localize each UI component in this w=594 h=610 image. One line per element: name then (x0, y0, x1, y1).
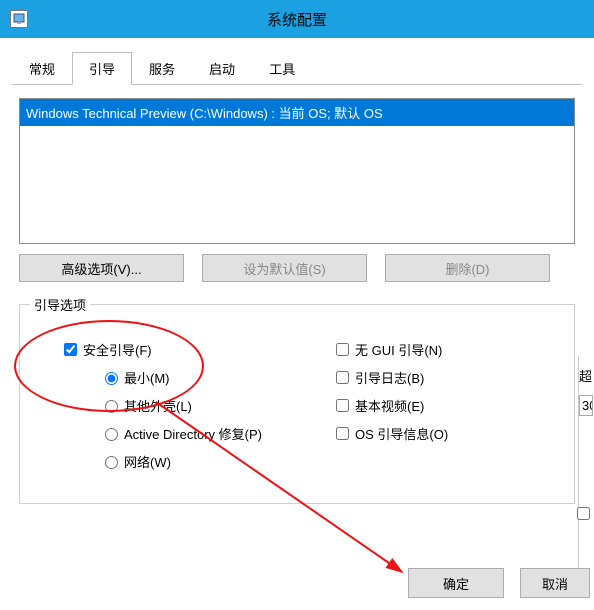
timeout-value-fragment[interactable]: 30 (579, 395, 593, 416)
radio-minimal-label: 最小(M) (124, 368, 170, 387)
no-gui-row: 无 GUI 引导(N) (332, 335, 448, 363)
dialog-buttons: 确定 取消 (408, 568, 594, 598)
tab-body-boot: Windows Technical Preview (C:\Windows) :… (12, 85, 582, 515)
window-title: 系统配置 (267, 9, 327, 30)
tab-strip: 常规 引导 服务 启动 工具 (12, 52, 582, 85)
cancel-button[interactable]: 取消 (520, 568, 590, 598)
truncated-checkbox[interactable] (577, 507, 590, 520)
radio-network-row: 网络(W) (100, 447, 262, 475)
base-video-checkbox[interactable] (336, 399, 349, 412)
boot-log-label: 引导日志(B) (355, 368, 424, 387)
radio-minimal[interactable] (105, 372, 118, 385)
radio-network-label: 网络(W) (124, 452, 171, 471)
boot-os-listbox[interactable]: Windows Technical Preview (C:\Windows) :… (19, 98, 575, 244)
timeout-label-fragment: 超 (579, 366, 594, 385)
radio-alt-shell-label: 其他外壳(L) (124, 396, 192, 415)
safe-boot-checkbox[interactable] (64, 343, 77, 356)
boot-options-legend: 引导选项 (30, 295, 90, 314)
boot-os-item[interactable]: Windows Technical Preview (C:\Windows) :… (20, 99, 574, 126)
boot-log-row: 引导日志(B) (332, 363, 448, 391)
boot-buttons-row: 高级选项(V)... 设为默认值(S) 删除(D) (19, 254, 575, 282)
radio-alt-shell[interactable] (105, 400, 118, 413)
os-boot-info-row: OS 引导信息(O) (332, 419, 448, 447)
safe-boot-label: 安全引导(F) (83, 340, 152, 359)
tab-startup[interactable]: 启动 (192, 52, 252, 84)
titlebar: 系统配置 (0, 0, 594, 38)
radio-adrepair-row: Active Directory 修复(P) (100, 419, 262, 447)
ok-button[interactable]: 确定 (408, 568, 504, 598)
advanced-options-button[interactable]: 高级选项(V)... (19, 254, 184, 282)
tab-boot[interactable]: 引导 (72, 52, 132, 85)
radio-ad-repair[interactable] (105, 428, 118, 441)
set-default-button[interactable]: 设为默认值(S) (202, 254, 367, 282)
boot-options-right-col: 无 GUI 引导(N) 引导日志(B) 基本视频(E) OS 引导信息(O) (332, 335, 448, 447)
radio-network[interactable] (105, 456, 118, 469)
tab-services[interactable]: 服务 (132, 52, 192, 84)
truncated-checkbox-row (579, 504, 594, 523)
boot-options-group: 引导选项 安全引导(F) 最小(M) 其他外壳(L) Active Direct… (19, 304, 575, 504)
safe-boot-row: 安全引导(F) (60, 335, 262, 363)
no-gui-label: 无 GUI 引导(N) (355, 340, 442, 359)
base-video-row: 基本视频(E) (332, 391, 448, 419)
radio-minimal-row: 最小(M) (100, 363, 262, 391)
tab-tools[interactable]: 工具 (252, 52, 312, 84)
app-icon (10, 10, 28, 28)
boot-options-left-col: 安全引导(F) 最小(M) 其他外壳(L) Active Directory 修… (60, 335, 262, 475)
truncated-right-area: 超 30 (578, 356, 594, 586)
boot-log-checkbox[interactable] (336, 371, 349, 384)
dialog-content: 常规 引导 服务 启动 工具 Windows Technical Preview… (0, 38, 594, 610)
radio-ad-repair-label: Active Directory 修复(P) (124, 424, 262, 443)
os-boot-info-label: OS 引导信息(O) (355, 424, 448, 443)
delete-button[interactable]: 删除(D) (385, 254, 550, 282)
no-gui-checkbox[interactable] (336, 343, 349, 356)
tab-general[interactable]: 常规 (12, 52, 72, 84)
base-video-label: 基本视频(E) (355, 396, 424, 415)
radio-altshell-row: 其他外壳(L) (100, 391, 262, 419)
os-boot-info-checkbox[interactable] (336, 427, 349, 440)
